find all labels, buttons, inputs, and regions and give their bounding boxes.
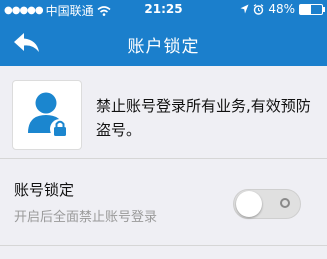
toggle-knob bbox=[236, 191, 262, 217]
description-text: 禁止账号登录所有业务,有效预防盗号。 bbox=[96, 97, 311, 139]
battery-percent: 48% bbox=[268, 2, 295, 16]
page-title: 账户锁定 bbox=[127, 37, 200, 57]
location-arrow-icon bbox=[240, 4, 249, 14]
bottom-area bbox=[0, 246, 327, 259]
setting-label: 账号锁定 bbox=[14, 181, 75, 199]
status-bar: ●●●●● 中国联通 21:25 48% bbox=[0, 0, 327, 20]
toggle-off-indicator bbox=[280, 198, 290, 208]
battery-icon bbox=[299, 3, 325, 15]
info-section: 禁止账号登录所有业务,有效预防盗号。 bbox=[0, 66, 327, 159]
account-lock-toggle[interactable] bbox=[233, 189, 301, 219]
user-lock-icon bbox=[12, 80, 82, 150]
status-right: 48% bbox=[240, 2, 325, 16]
setting-hint: 开启后全面禁止账号登录 bbox=[14, 210, 158, 225]
alarm-clock-icon bbox=[253, 3, 264, 15]
account-lock-setting: 账号锁定 开启后全面禁止账号登录 bbox=[0, 159, 327, 246]
navigation-bar: 账户锁定 bbox=[0, 20, 327, 66]
battery-fill bbox=[300, 4, 311, 14]
